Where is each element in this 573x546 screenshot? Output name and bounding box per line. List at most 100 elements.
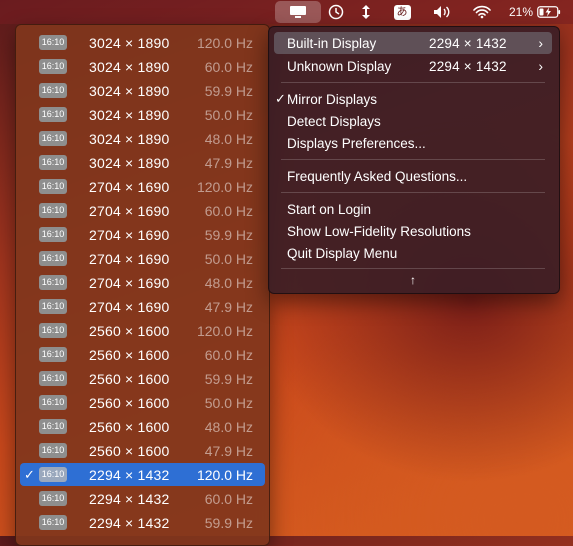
aspect-ratio-badge: 16:10 (39, 419, 67, 434)
menu-item-label: Detect Displays (287, 113, 381, 129)
resolution-item[interactable]: 16:10 2560 × 1600 59.9 Hz (20, 367, 265, 390)
resolution-item[interactable]: 16:10 3024 × 1890 47.9 Hz (20, 151, 265, 174)
display-resolution: 2294 × 1432 (429, 58, 507, 74)
resolution-label: 2560 × 1600 (89, 442, 170, 459)
resolutions-submenu: 16:10 3024 × 1890 120.0 Hz 16:10 3024 × 1890… (15, 24, 270, 546)
refresh-rate-label: 60.0 Hz (204, 490, 253, 507)
scroll-up-arrow-icon[interactable]: ↑ (269, 273, 557, 287)
refresh-rate-label: 60.0 Hz (204, 346, 253, 363)
display-label: Unknown Display (287, 58, 392, 74)
aspect-ratio-badge: 16:10 (39, 443, 67, 458)
resize-arrows-icon[interactable] (355, 0, 377, 24)
resolution-label: 2704 × 1690 (89, 178, 170, 195)
resolution-item[interactable]: 16:10 3024 × 1890 60.0 Hz (20, 55, 265, 78)
aspect-ratio-badge: 16:10 (39, 35, 67, 50)
wifi-icon[interactable] (469, 0, 495, 24)
resolution-label: 3024 × 1890 (89, 58, 170, 75)
resolution-item[interactable]: 16:10 2704 × 1690 50.0 Hz (20, 247, 265, 270)
aspect-ratio-badge: 16:10 (39, 299, 67, 314)
menu-separator (281, 159, 545, 160)
resolution-item[interactable]: 16:10 3024 × 1890 120.0 Hz (20, 31, 265, 54)
menu-item-label: Mirror Displays (287, 91, 378, 107)
resolution-item[interactable]: 16:10 2294 × 1432 60.0 Hz (20, 487, 265, 510)
resolution-label: 3024 × 1890 (89, 154, 170, 171)
menu-item-mirror-displays[interactable]: ✓ Mirror Displays (274, 88, 552, 110)
menu-item-label: Frequently Asked Questions... (287, 168, 468, 184)
resolution-label: 2294 × 1432 (89, 490, 170, 507)
refresh-rate-label: 48.0 Hz (204, 418, 253, 435)
resolution-item[interactable]: 16:10 2704 × 1690 59.9 Hz (20, 223, 265, 246)
resolution-item[interactable]: 16:10 3024 × 1890 59.9 Hz (20, 79, 265, 102)
refresh-rate-label: 120.0 Hz (196, 466, 253, 483)
aspect-ratio-badge: 16:10 (39, 515, 67, 530)
menu-item-displays-preferences[interactable]: Displays Preferences... (274, 132, 552, 154)
menu-item-detect-displays[interactable]: Detect Displays (274, 110, 552, 132)
battery-percent: 21% (508, 5, 534, 19)
refresh-rate-label: 50.0 Hz (204, 394, 253, 411)
menu-separator (281, 268, 545, 269)
refresh-rate-label: 60.0 Hz (204, 202, 253, 219)
resolution-item[interactable]: 16:10 3024 × 1890 48.0 Hz (20, 127, 265, 150)
menu-item-faq[interactable]: Frequently Asked Questions... (274, 165, 552, 187)
menu-item-show-low-fidelity[interactable]: Show Low-Fidelity Resolutions (274, 220, 552, 242)
resolution-item[interactable]: ✓ 16:10 2294 × 1432 120.0 Hz (20, 463, 265, 486)
refresh-rate-label: 120.0 Hz (196, 322, 253, 339)
refresh-rate-label: 59.9 Hz (204, 370, 253, 387)
aspect-ratio-badge: 16:10 (39, 203, 67, 218)
resolution-label: 2704 × 1690 (89, 226, 170, 243)
resolution-item[interactable]: 16:10 2560 × 1600 50.0 Hz (20, 391, 265, 414)
refresh-rate-label: 48.0 Hz (204, 274, 253, 291)
aspect-ratio-badge: 16:10 (39, 227, 67, 242)
checkmark-icon: ✓ (24, 466, 35, 482)
refresh-rate-label: 59.9 Hz (204, 514, 253, 531)
resolution-label: 3024 × 1890 (89, 130, 170, 147)
menu-item-start-on-login[interactable]: Start on Login (274, 198, 552, 220)
resolution-label: 2560 × 1600 (89, 370, 170, 387)
resolution-item[interactable]: 16:10 2704 × 1690 47.9 Hz (20, 295, 265, 318)
resolution-label: 2560 × 1600 (89, 394, 170, 411)
refresh-rate-label: 120.0 Hz (196, 178, 253, 195)
chevron-right-icon: › (538, 35, 543, 51)
resolution-item[interactable]: 16:10 2560 × 1600 120.0 Hz (20, 319, 265, 342)
display-label: Built-in Display (287, 35, 377, 51)
resolution-item[interactable]: 16:10 2704 × 1690 120.0 Hz (20, 175, 265, 198)
menu-item-unknown-display[interactable]: Unknown Display 2294 × 1432 › (274, 55, 552, 77)
screen-time-icon[interactable] (323, 0, 349, 24)
aspect-ratio-badge: 16:10 (39, 275, 67, 290)
resolution-item[interactable]: 16:10 2294 × 1432 59.9 Hz (20, 511, 265, 534)
resolution-label: 2560 × 1600 (89, 346, 170, 363)
refresh-rate-label: 50.0 Hz (204, 106, 253, 123)
menu-item-label: Start on Login (287, 201, 372, 217)
resolution-label: 2560 × 1600 (89, 322, 170, 339)
display-menu-icon[interactable] (275, 1, 321, 23)
input-source-icon[interactable]: あ (389, 0, 415, 24)
chevron-right-icon: › (538, 58, 543, 74)
display-resolution: 2294 × 1432 (429, 35, 507, 51)
menu-item-quit[interactable]: Quit Display Menu (274, 242, 552, 264)
resolution-label: 3024 × 1890 (89, 34, 170, 51)
resolution-label: 2560 × 1600 (89, 418, 170, 435)
checkmark-icon: ✓ (275, 91, 286, 106)
volume-icon[interactable] (430, 0, 456, 24)
resolution-item[interactable]: 16:10 2560 × 1600 47.9 Hz (20, 439, 265, 462)
refresh-rate-label: 60.0 Hz (204, 58, 253, 75)
aspect-ratio-badge: 16:10 (39, 371, 67, 386)
resolution-item[interactable]: 16:10 2560 × 1600 48.0 Hz (20, 415, 265, 438)
resolution-label: 2704 × 1690 (89, 250, 170, 267)
refresh-rate-label: 48.0 Hz (204, 130, 253, 147)
aspect-ratio-badge: 16:10 (39, 131, 67, 146)
aspect-ratio-badge: 16:10 (39, 323, 67, 338)
resolution-item[interactable]: 16:10 2704 × 1690 60.0 Hz (20, 199, 265, 222)
input-source-label: あ (393, 4, 411, 20)
aspect-ratio-badge: 16:10 (39, 107, 67, 122)
aspect-ratio-badge: 16:10 (39, 155, 67, 170)
battery-charging-icon[interactable] (536, 0, 562, 24)
aspect-ratio-badge: 16:10 (39, 395, 67, 410)
resolution-item[interactable]: 16:10 3024 × 1890 50.0 Hz (20, 103, 265, 126)
resolution-item[interactable]: 16:10 2704 × 1690 48.0 Hz (20, 271, 265, 294)
menu-item-built-in-display[interactable]: Built-in Display 2294 × 1432 › (274, 32, 552, 54)
resolution-label: 3024 × 1890 (89, 82, 170, 99)
resolution-item[interactable]: 16:10 2560 × 1600 60.0 Hz (20, 343, 265, 366)
refresh-rate-label: 59.9 Hz (204, 82, 253, 99)
refresh-rate-label: 59.9 Hz (204, 226, 253, 243)
